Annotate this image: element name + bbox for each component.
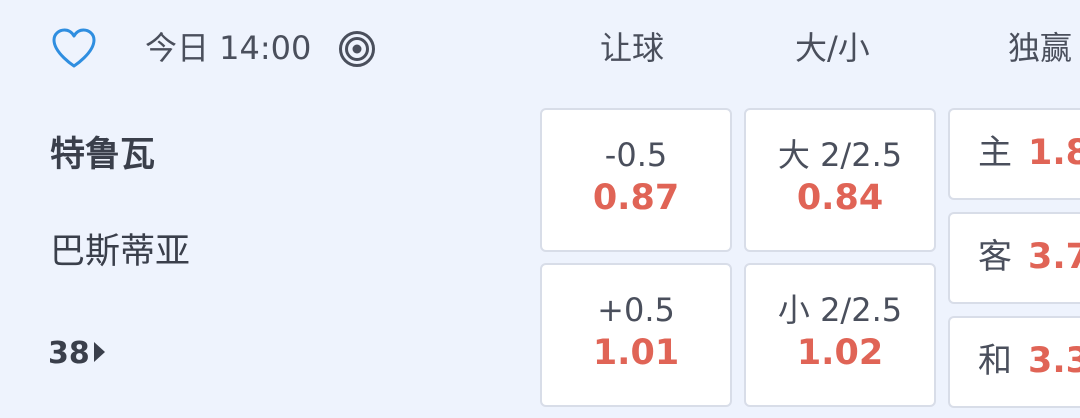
- total-under-line: 小 2/2.5: [777, 291, 903, 329]
- 1x2-draw-odds-button[interactable]: 和 3.3: [948, 316, 1080, 408]
- handicap-home-odds-button[interactable]: -0.5 0.87: [540, 108, 732, 252]
- home-team-name: 特鲁瓦: [50, 135, 156, 175]
- handicap-away-price: 1.01: [592, 333, 680, 373]
- 1x2-away-price: 3.7: [1028, 237, 1080, 277]
- column-header-total: 大/小: [795, 29, 870, 67]
- 1x2-home-price: 1.8: [1028, 133, 1080, 173]
- caret-right-icon: [93, 342, 105, 362]
- handicap-away-line: +0.5: [597, 291, 675, 329]
- more-markets-link[interactable]: 38: [48, 336, 105, 372]
- heart-outline-icon[interactable]: [50, 26, 98, 70]
- 1x2-draw-label: 和: [978, 341, 1012, 381]
- column-header-1x2: 独赢: [1008, 29, 1073, 67]
- column-header-handicap: 让球: [600, 29, 665, 67]
- 1x2-home-odds-button[interactable]: 主 1.8: [948, 108, 1080, 200]
- total-under-price: 1.02: [796, 333, 884, 373]
- 1x2-away-odds-button[interactable]: 客 3.7: [948, 212, 1080, 304]
- 1x2-home-label: 主: [978, 133, 1012, 173]
- target-icon[interactable]: [338, 30, 376, 68]
- match-header: 今日 14:00 让球 大/小 独赢: [0, 0, 1080, 96]
- match-time: 今日 14:00: [145, 29, 312, 67]
- total-over-odds-button[interactable]: 大 2/2.5 0.84: [744, 108, 936, 252]
- total-over-price: 0.84: [796, 178, 884, 218]
- 1x2-away-label: 客: [978, 237, 1012, 277]
- 1x2-draw-price: 3.3: [1028, 341, 1080, 381]
- total-over-line: 大 2/2.5: [777, 136, 903, 174]
- handicap-away-odds-button[interactable]: +0.5 1.01: [540, 263, 732, 407]
- away-team-name: 巴斯蒂亚: [50, 232, 191, 272]
- handicap-home-line: -0.5: [604, 136, 668, 174]
- handicap-home-price: 0.87: [592, 178, 680, 218]
- total-under-odds-button[interactable]: 小 2/2.5 1.02: [744, 263, 936, 407]
- more-markets-count: 38: [48, 336, 90, 371]
